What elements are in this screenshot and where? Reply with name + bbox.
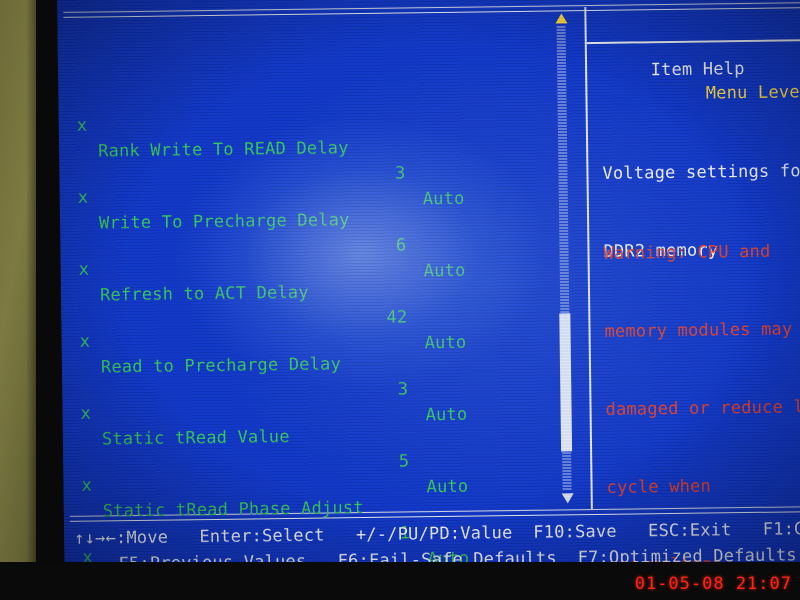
disabled-marker: x (79, 331, 91, 352)
setting-row[interactable]: x Static tRead Phase Adjust 1 Auto (81, 440, 581, 570)
disabled-marker: x (76, 115, 88, 136)
help-warning-line-2: memory modules may be (604, 319, 793, 342)
scroll-up-arrow-icon[interactable] (555, 13, 568, 24)
setting-row[interactable]: x Refresh to ACT Delay 42 Auto (78, 224, 578, 354)
help-warning-line-1: Warning: CPU and (603, 241, 771, 264)
disabled-marker: x (81, 475, 93, 496)
photo-scene: x Rank Write To READ Delay 3 Auto x Writ… (0, 0, 800, 600)
camera-timestamp: 01-05-08 21:07 (634, 574, 792, 594)
disabled-marker: x (80, 403, 92, 424)
disabled-marker: x (78, 259, 90, 280)
setting-mode: Auto (426, 476, 469, 498)
setting-row[interactable]: x Rank Write To READ Delay 3 Auto (76, 80, 576, 210)
setting-mode: Auto (424, 332, 467, 354)
menu-level-label: Menu Level (705, 82, 800, 104)
settings-list: x Rank Write To READ Delay 3 Auto x Writ… (75, 11, 596, 574)
crt-screen: x Rank Write To READ Delay 3 Auto x Writ… (57, 0, 800, 574)
setting-row[interactable]: x Write To Precharge Delay 6 Auto (77, 152, 577, 282)
setting-mode: Auto (423, 260, 466, 282)
bios-setup-screen: x Rank Write To READ Delay 3 Auto x Writ… (57, 0, 800, 574)
help-warning-line-4: cycle when (606, 476, 712, 498)
help-body-line-1: Voltage settings for (602, 161, 800, 184)
setting-mode: Auto (425, 404, 468, 426)
setting-row[interactable]: x Read to Precharge Delay 3 Auto (79, 296, 579, 426)
help-warning-line-3: damaged or reduce life (605, 396, 800, 420)
disabled-marker: x (77, 187, 89, 208)
item-help-warning: Warning: CPU and memory modules may be d… (603, 186, 800, 574)
setting-mode: Auto (422, 188, 465, 210)
scrollbar-thumb[interactable] (559, 313, 573, 452)
setting-row[interactable]: x Static tRead Value 5 Auto (80, 368, 580, 498)
scroll-down-arrow-icon[interactable] (561, 493, 574, 504)
